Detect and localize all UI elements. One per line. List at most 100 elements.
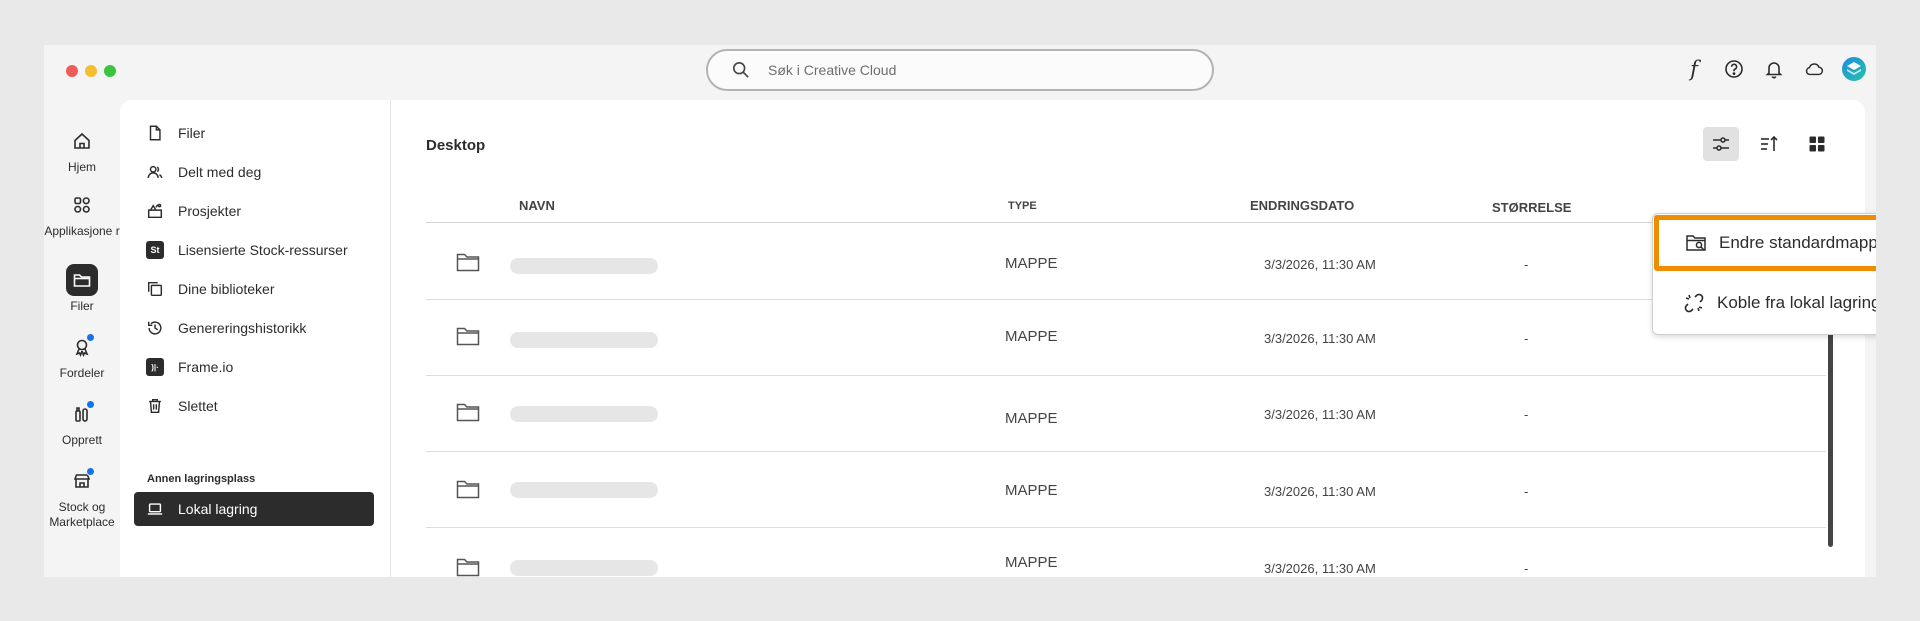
search-placeholder: Søk i Creative Cloud bbox=[768, 62, 897, 78]
libraries-icon bbox=[147, 281, 163, 297]
rail-label-benefits: Fordeler bbox=[59, 366, 105, 380]
close-window-button[interactable] bbox=[66, 65, 78, 77]
benefits-icon bbox=[66, 331, 98, 363]
nav-label-stock: Lisensierte Stock-ressurser bbox=[178, 242, 348, 258]
folder-icon bbox=[66, 264, 98, 296]
nav-label-projects: Prosjekter bbox=[178, 203, 242, 219]
avatar[interactable] bbox=[1842, 57, 1866, 81]
content-area: Desktop NAVN TYPE ENDRINGSDATO STØRRELSE bbox=[392, 100, 1865, 577]
create-icon bbox=[66, 398, 98, 430]
top-icons: f bbox=[1682, 57, 1866, 81]
shared-icon bbox=[147, 165, 163, 179]
column-size[interactable]: STØRRELSE bbox=[1492, 200, 1571, 215]
nav-item-deleted[interactable]: Slettet bbox=[134, 389, 374, 423]
stock-icon: St bbox=[146, 241, 164, 259]
column-name[interactable]: NAVN bbox=[519, 198, 555, 213]
row-type: MAPPE bbox=[1005, 410, 1058, 427]
nav-label-frameio: Frame.io bbox=[178, 359, 234, 375]
notifications-button[interactable] bbox=[1762, 57, 1786, 81]
rail-label-files: Filer bbox=[70, 299, 94, 313]
laptop-icon bbox=[147, 503, 163, 515]
grid-icon bbox=[1809, 136, 1825, 152]
rail-item-home[interactable]: Hjem bbox=[44, 125, 120, 175]
row-type: MAPPE bbox=[1005, 554, 1058, 571]
rail-label-apps: Applikasjone r bbox=[44, 224, 120, 238]
marketplace-notification-dot bbox=[86, 467, 95, 476]
rail-item-benefits[interactable]: Fordeler bbox=[44, 331, 120, 381]
filter-button[interactable] bbox=[1703, 127, 1739, 161]
page-title: Desktop bbox=[426, 137, 486, 154]
rail-label-create: Opprett bbox=[61, 433, 103, 447]
nav-item-frameio[interactable]: )|· Frame.io bbox=[134, 350, 374, 384]
nav-label-libraries: Dine biblioteker bbox=[178, 281, 275, 297]
row-type: MAPPE bbox=[1005, 255, 1058, 272]
row-size: - bbox=[1524, 561, 1529, 576]
search-bar[interactable]: Søk i Creative Cloud bbox=[706, 49, 1214, 91]
nav-item-shared[interactable]: Delt med deg bbox=[134, 155, 374, 189]
nav-item-libraries[interactable]: Dine biblioteker bbox=[134, 272, 374, 306]
table-row[interactable]: MAPPE 3/3/2026, 11:30 AM - bbox=[426, 452, 1826, 528]
files-nav: Filer Delt med deg Prosjekter St Lisensi… bbox=[120, 100, 391, 577]
nav-label-local-storage: Lokal lagring bbox=[178, 501, 258, 517]
nav-section-other-storage: Annen lagringsplass bbox=[147, 473, 256, 485]
row-date: 3/3/2026, 11:30 AM bbox=[1264, 331, 1376, 346]
column-modified[interactable]: ENDRINGSDATO bbox=[1250, 198, 1354, 213]
row-date: 3/3/2026, 11:30 AM bbox=[1264, 257, 1376, 272]
zoom-window-button[interactable] bbox=[104, 65, 116, 77]
folder-icon bbox=[456, 556, 482, 577]
change-default-folder-item[interactable]: Endre standardmappe bbox=[1654, 215, 1876, 271]
fonts-button[interactable]: f bbox=[1682, 57, 1706, 81]
row-date: 3/3/2026, 11:30 AM bbox=[1264, 561, 1376, 576]
rail-item-apps[interactable]: Applikasjone r bbox=[44, 189, 120, 239]
row-size: - bbox=[1524, 331, 1529, 346]
view-toolbar bbox=[1703, 127, 1835, 161]
row-size: - bbox=[1524, 407, 1529, 422]
marketplace-icon bbox=[66, 465, 98, 497]
row-type: MAPPE bbox=[1005, 328, 1058, 345]
folder-icon bbox=[456, 401, 482, 423]
main-panel: Filer Delt med deg Prosjekter St Lisensi… bbox=[120, 100, 1865, 577]
row-date: 3/3/2026, 11:30 AM bbox=[1264, 484, 1376, 499]
change-default-folder-label: Endre standardmappe bbox=[1719, 233, 1876, 252]
table-row[interactable]: MAPPE 3/3/2026, 11:30 AM - bbox=[426, 224, 1826, 300]
nav-item-stock[interactable]: St Lisensierte Stock-ressurser bbox=[134, 233, 374, 267]
table-header: NAVN TYPE ENDRINGSDATO STØRRELSE bbox=[426, 198, 1826, 223]
rail-label-home: Hjem bbox=[67, 160, 96, 174]
folder-icon bbox=[456, 325, 482, 347]
window-controls bbox=[66, 65, 116, 77]
table-row[interactable]: MAPPE 3/3/2026, 11:30 AM - bbox=[426, 300, 1826, 376]
column-type[interactable]: TYPE bbox=[1008, 200, 1037, 212]
home-icon bbox=[66, 125, 98, 157]
trash-icon bbox=[149, 398, 161, 414]
rail-item-files[interactable]: Filer bbox=[44, 264, 120, 314]
rail-item-marketplace[interactable]: Stock og Marketplace bbox=[44, 465, 120, 530]
name-placeholder bbox=[510, 560, 658, 576]
grid-view-button[interactable] bbox=[1799, 127, 1835, 161]
folder-search-icon bbox=[1686, 235, 1706, 251]
disconnect-local-storage-item[interactable]: Koble fra lokal lagring bbox=[1653, 276, 1876, 330]
fonts-icon: f bbox=[1690, 57, 1698, 81]
table-row[interactable]: MAPPE 3/3/2026, 11:30 AM - bbox=[426, 528, 1826, 577]
nav-item-projects[interactable]: Prosjekter bbox=[134, 194, 374, 228]
bell-icon bbox=[1765, 62, 1783, 79]
help-button[interactable] bbox=[1722, 57, 1746, 81]
sort-button[interactable] bbox=[1751, 127, 1787, 161]
row-size: - bbox=[1524, 257, 1529, 272]
table-row[interactable]: MAPPE 3/3/2026, 11:30 AM - bbox=[426, 376, 1826, 452]
nav-item-local-storage[interactable]: Lokal lagring bbox=[134, 492, 374, 526]
row-date: 3/3/2026, 11:30 AM bbox=[1264, 407, 1376, 422]
name-placeholder bbox=[510, 332, 658, 348]
help-icon bbox=[1725, 60, 1743, 78]
create-notification-dot bbox=[86, 400, 95, 409]
row-type: MAPPE bbox=[1005, 482, 1058, 499]
rail-item-create[interactable]: Opprett bbox=[44, 398, 120, 448]
minimize-window-button[interactable] bbox=[85, 65, 97, 77]
nav-item-history[interactable]: Genereringshistorikk bbox=[134, 311, 374, 345]
folder-icon bbox=[456, 478, 482, 500]
sliders-icon bbox=[1713, 137, 1729, 151]
name-placeholder bbox=[510, 482, 658, 498]
file-icon bbox=[149, 125, 161, 141]
frameio-icon: )|· bbox=[146, 358, 164, 376]
cloud-button[interactable] bbox=[1802, 57, 1826, 81]
nav-item-files[interactable]: Filer bbox=[134, 116, 374, 150]
